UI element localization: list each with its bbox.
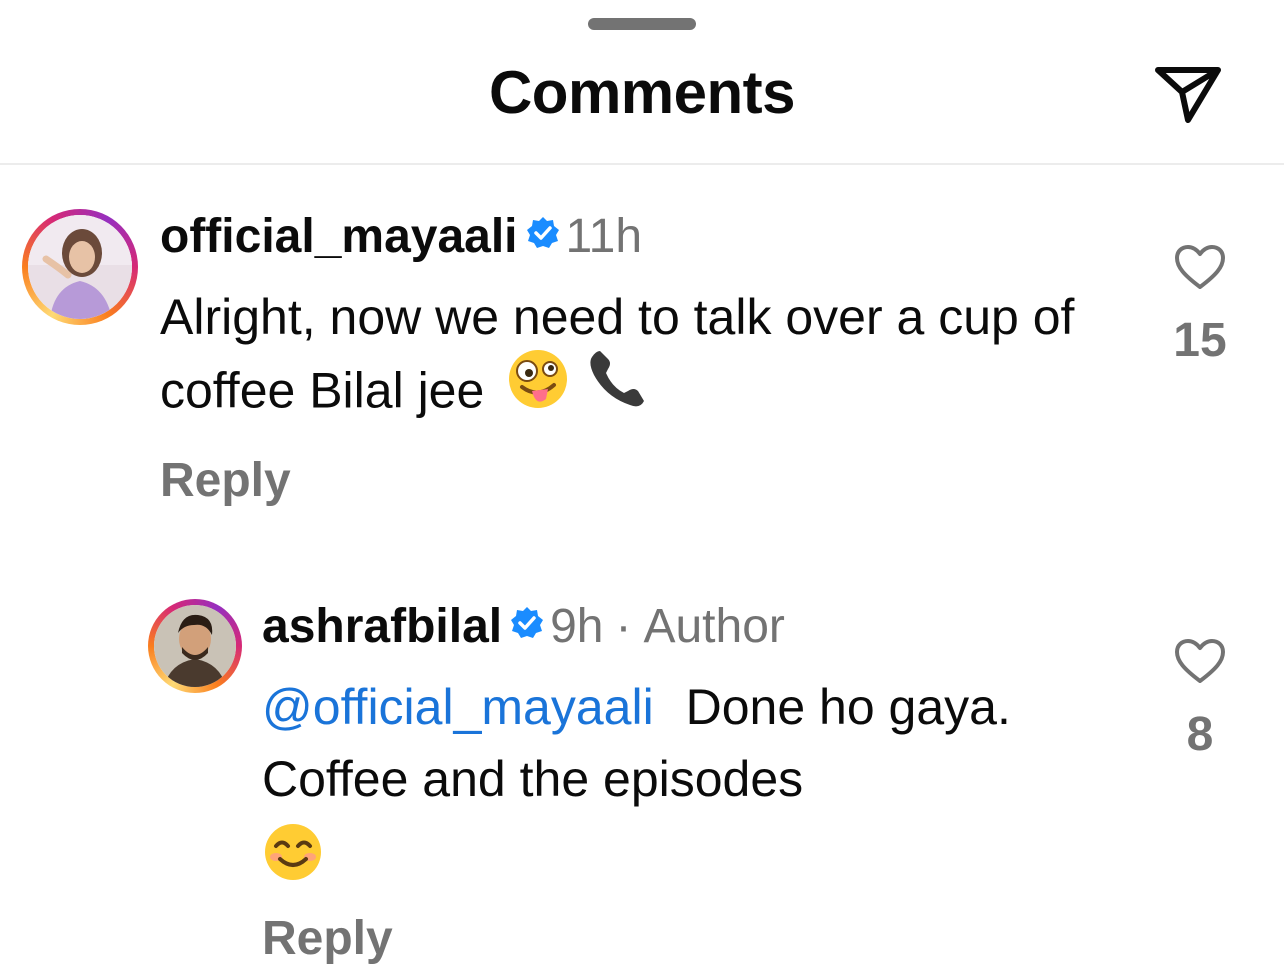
timestamp: 9h <box>550 600 604 653</box>
username[interactable]: ashrafbilal <box>262 600 502 653</box>
comment-text: Alright, now we need to talk over a cup … <box>160 281 1140 436</box>
comment-meta: official_mayaali 11h <box>160 209 642 267</box>
comments-sheet: Comments official_mayaali 11h Alright, n… <box>0 0 1284 966</box>
telephone-receiver-emoji <box>584 347 652 430</box>
verified-badge-icon <box>526 207 560 263</box>
author-label: Author <box>643 600 785 653</box>
page-title: Comments <box>488 59 796 126</box>
comment-meta: ashrafbilal 9h · Author <box>262 599 785 657</box>
like-control: 15 <box>1160 245 1240 368</box>
avatar[interactable] <box>148 599 242 693</box>
comment-item: official_mayaali 11h Alright, now we need… <box>0 163 1284 533</box>
heart-icon[interactable] <box>1174 245 1226 291</box>
separator: · <box>615 600 632 653</box>
verified-badge-icon <box>510 597 544 653</box>
comment-item: ashrafbilal 9h · Author @official_mayaali D… <box>0 533 1284 966</box>
comment-text: @official_mayaali Done ho gaya. Coffee a… <box>262 671 1142 896</box>
username[interactable]: official_mayaali <box>160 210 518 263</box>
profile-photo-icon <box>28 215 132 319</box>
zany-face-emoji <box>506 347 570 430</box>
like-control: 8 <box>1160 639 1240 762</box>
profile-photo-icon <box>154 605 236 687</box>
reply-button[interactable]: Reply <box>160 453 291 508</box>
paper-plane-icon <box>1155 67 1221 123</box>
like-count: 8 <box>1186 708 1214 761</box>
reply-button[interactable]: Reply <box>262 911 393 966</box>
timestamp: 11h <box>565 210 643 263</box>
like-count: 15 <box>1173 314 1227 367</box>
mention-link[interactable]: @official_mayaali <box>262 679 654 735</box>
avatar[interactable] <box>22 209 138 325</box>
header: Comments <box>0 0 1284 165</box>
heart-icon[interactable] <box>1174 639 1226 685</box>
smiling-face-emoji <box>262 821 324 902</box>
share-button[interactable] <box>1152 62 1224 128</box>
